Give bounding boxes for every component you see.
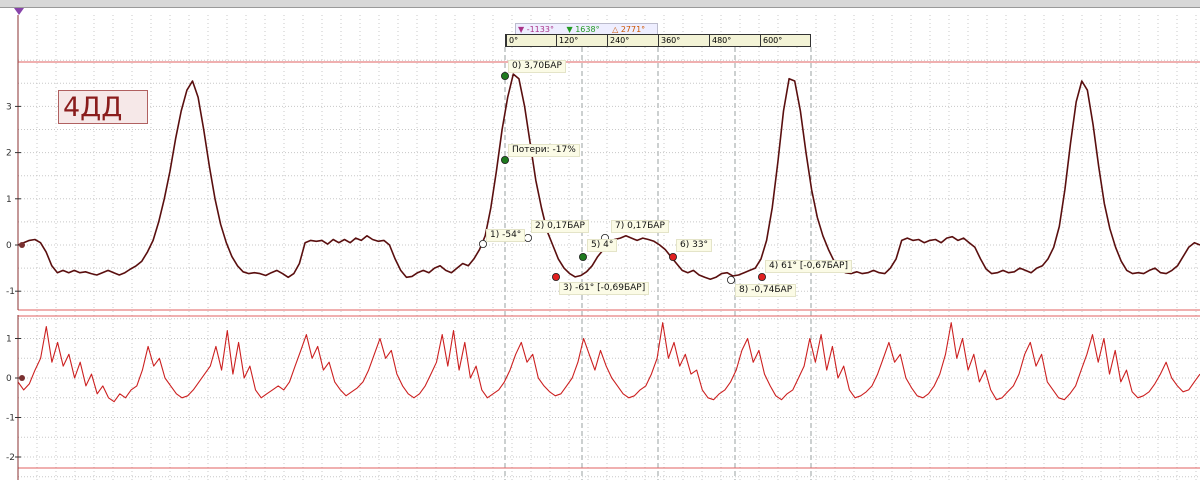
engine-label: 4ДД [58, 90, 148, 124]
y-tick-label: -2 [6, 453, 15, 463]
annotation-loss[interactable]: Потери: -17% [508, 144, 580, 157]
y-tick-label: 0 [6, 241, 12, 251]
point-2[interactable] [524, 233, 533, 242]
ruler-tick: 600° [760, 35, 782, 46]
point-8[interactable] [727, 275, 736, 284]
marker-1-value: -1133° [526, 25, 554, 34]
ruler-tick: 480° [709, 35, 731, 46]
y-tick-label: 1 [6, 335, 12, 345]
y-tick-label: 1 [6, 195, 12, 205]
point-5[interactable] [579, 252, 588, 261]
annotation-0[interactable]: 0) 3,70БАР [508, 60, 566, 73]
annotation-6[interactable]: 6) 33° [676, 239, 713, 252]
oscilloscope-window: 3 2 1 0 -1 1 0 -1 -2 ▼ -1133° ▼ 1638° △ 2771° 0°… [0, 0, 1200, 480]
ruler-tick: 360° [658, 35, 680, 46]
cursor-triangle-icon[interactable] [14, 8, 24, 15]
ruler-tick: 120° [556, 35, 578, 46]
angle-ruler[interactable]: 0° 120° 240° 360° 480° 600° [505, 34, 811, 47]
annotation-1[interactable]: 1) -54° [486, 229, 526, 242]
traces [17, 73, 1200, 403]
measurement-points[interactable] [478, 72, 767, 284]
marker-2-readout: ▼ 1638° [566, 25, 600, 34]
annotation-7[interactable]: 7) 0,17БАР [611, 220, 669, 233]
y-tick-label: 0 [6, 374, 12, 384]
point-6[interactable] [669, 252, 678, 261]
point-0[interactable] [500, 72, 509, 81]
marker-2-value: 1638° [575, 25, 600, 34]
y-tick-label: 2 [6, 149, 12, 159]
annotation-3[interactable]: 3) -61° [-0,69БАР] [559, 282, 650, 295]
ruler-tick: 240° [607, 35, 629, 46]
bottom-trace [17, 322, 1200, 403]
annotation-8[interactable]: 8) -0,74БАР [735, 284, 797, 297]
point-4[interactable] [758, 272, 767, 281]
annotation-5[interactable]: 5) 4° [587, 239, 618, 252]
marker-3-readout: △ 2771° [612, 25, 646, 34]
zero-marker-icon[interactable] [19, 242, 25, 248]
point-loss[interactable] [500, 155, 509, 164]
annotation-4[interactable]: 4) 61° [-0,67БАР] [765, 260, 852, 273]
y-tick-label: -1 [6, 287, 15, 297]
marker-3-value: 2771° [620, 25, 646, 34]
marker-1-readout: ▼ -1133° [518, 25, 554, 34]
y-tick-label: 3 [6, 102, 12, 112]
annotation-2[interactable]: 2) 0,17БАР [531, 220, 589, 233]
ruler-tick: 0° [506, 35, 518, 46]
zero-marker-icon[interactable] [19, 375, 25, 381]
y-axes: 3 2 1 0 -1 1 0 -1 -2 [6, 8, 25, 480]
point-3[interactable] [552, 272, 561, 281]
y-tick-label: -1 [6, 414, 15, 424]
